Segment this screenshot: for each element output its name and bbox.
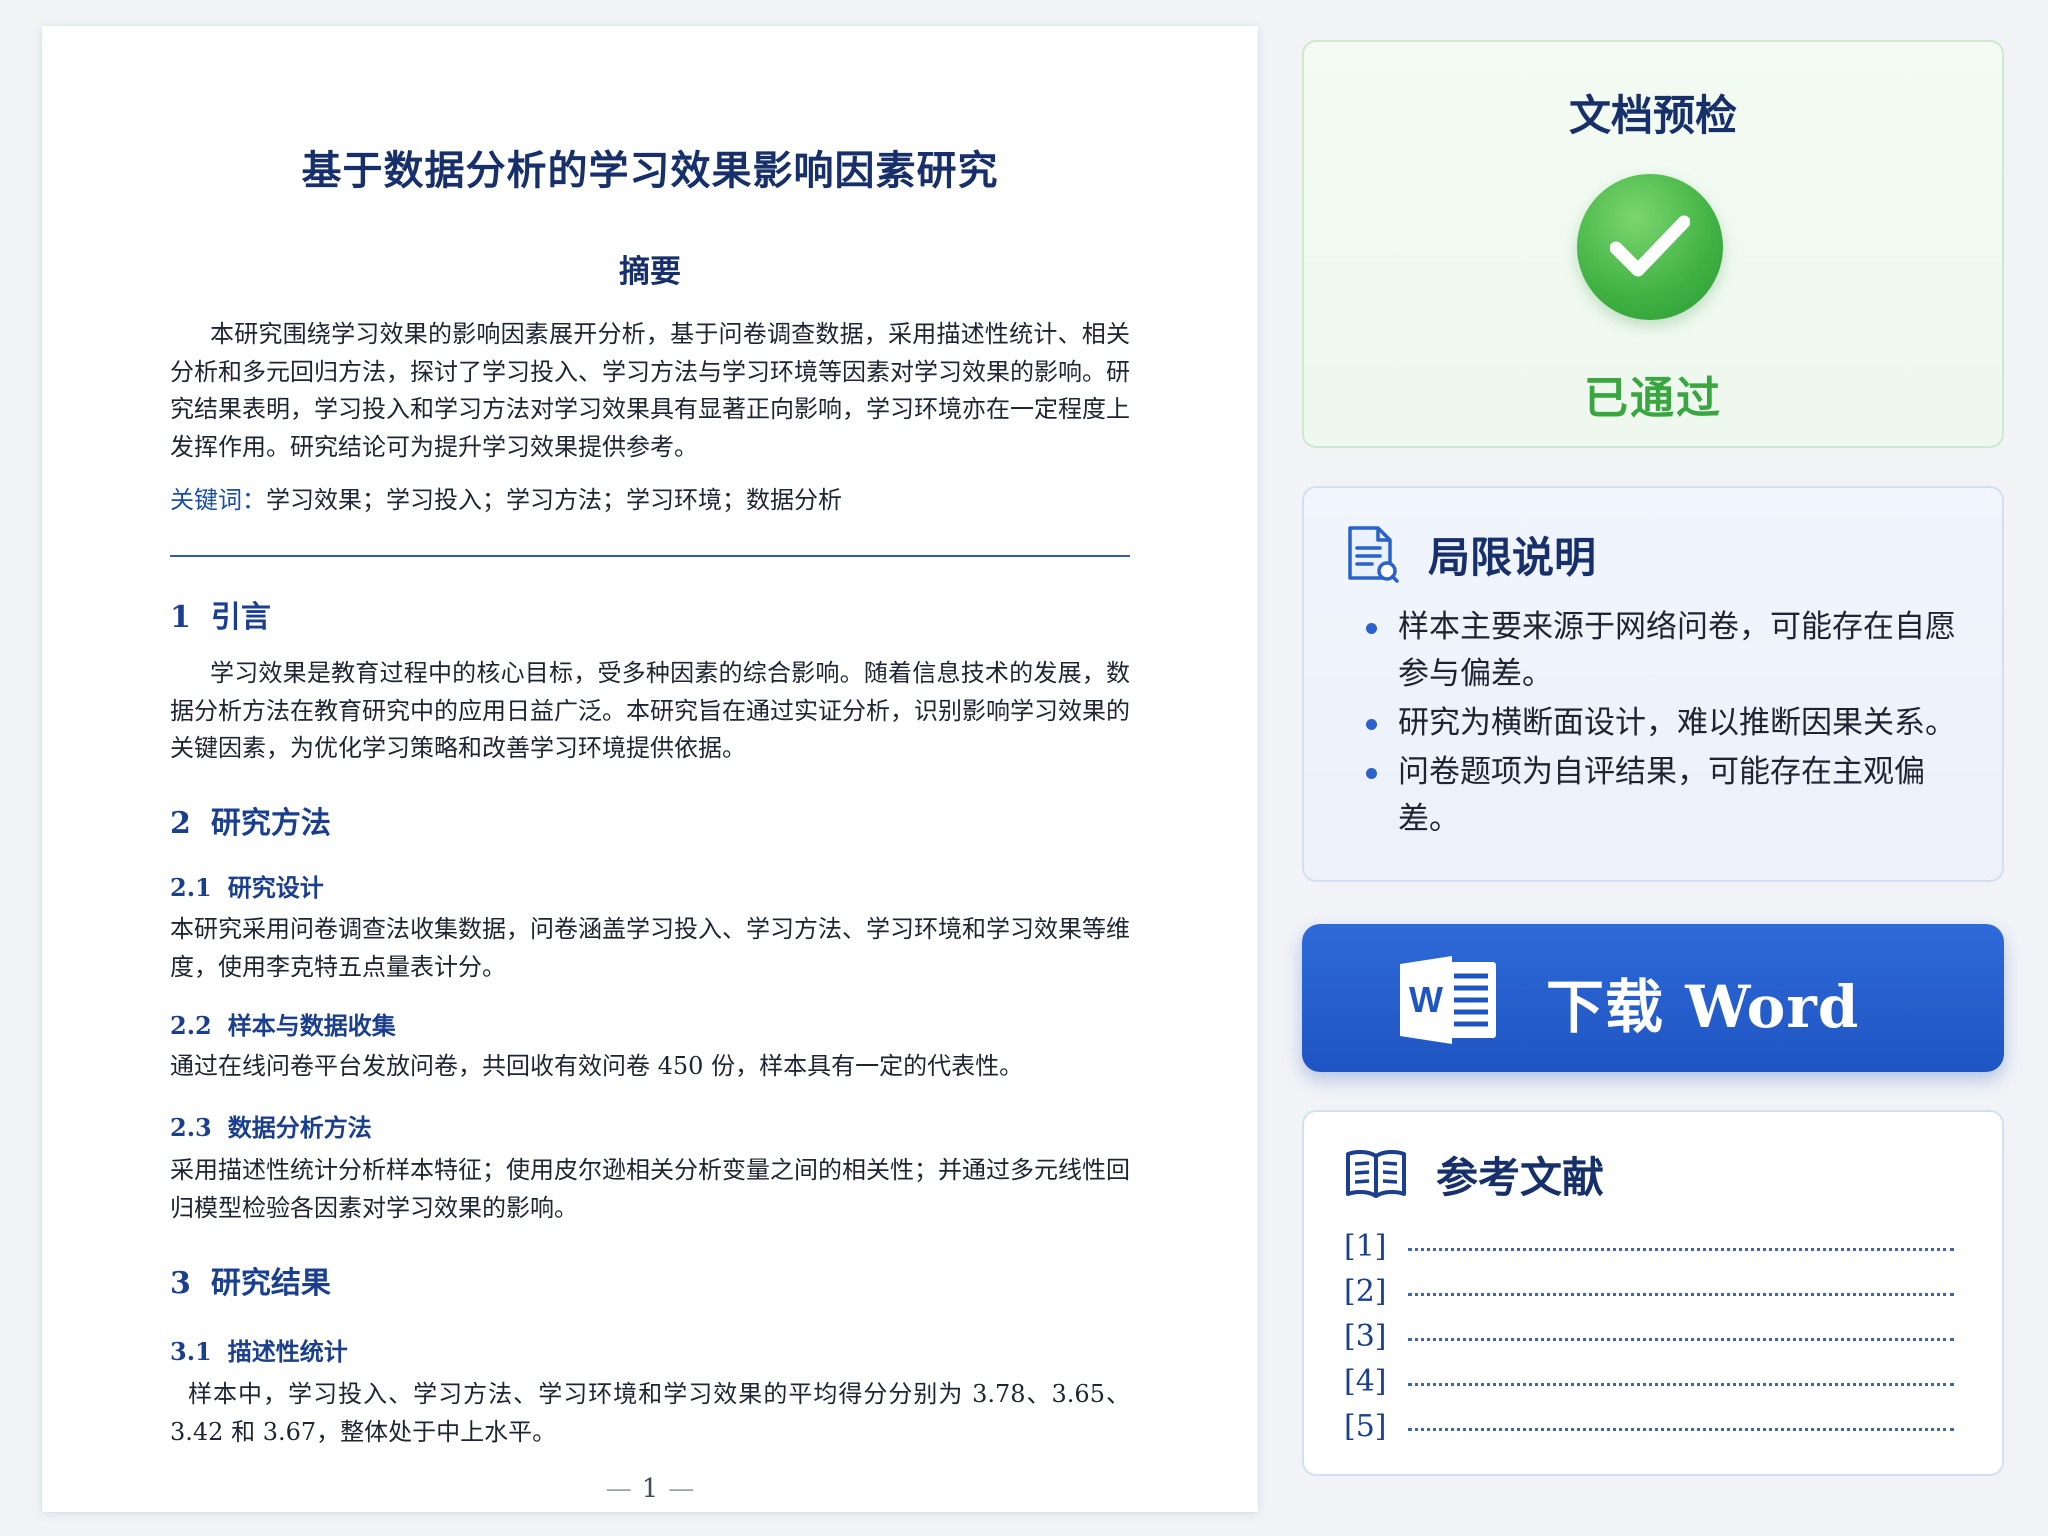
svg-text:W: W (1409, 979, 1443, 1020)
section-1-text: 学习效果是教育过程中的核心目标，受多种因素的综合影响。随着信息技术的发展，数据分… (170, 659, 1130, 762)
reference-number: [4] (1344, 1364, 1387, 1399)
reference-number: [5] (1344, 1409, 1387, 1444)
subsection-heading-3-1: 3.1 描述性统计 (170, 1337, 348, 1366)
check-circle-icon (1577, 174, 1723, 320)
reference-number: [1] (1344, 1229, 1387, 1264)
references-header: 参考文献 (1344, 1142, 1604, 1206)
keywords-label: 关键词： (170, 486, 266, 514)
subsection-2-3-text: 采用描述性统计分析样本特征；使用皮尔逊相关分析变量之间的相关性；并通过多元线性回… (170, 1156, 1130, 1222)
limitations-card: 局限说明 样本主要来源于网络问卷，可能存在自愿参与偏差。 研究为横断面设计，难以… (1302, 486, 2004, 882)
open-book-icon (1346, 1149, 1406, 1198)
keywords-text: 学习效果；学习投入；学习方法；学习环境；数据分析 (266, 486, 842, 514)
keywords-line: 关键词：学习效果；学习投入；学习方法；学习环境；数据分析 (170, 482, 1130, 520)
section-divider (170, 555, 1130, 557)
limitations-header: 局限说明 (1344, 522, 1596, 586)
references-title: 参考文献 (1436, 1152, 1605, 1202)
list-item: 问卷题项为自评结果，可能存在主观偏差。 (1360, 749, 1980, 843)
subsection-heading-2-3: 2.3 数据分析方法 (170, 1113, 372, 1142)
abstract-text: 本研究围绕学习效果的影响因素展开分析，基于问卷调查数据，采用描述性统计、相关分析… (170, 320, 1130, 461)
references-card: 参考文献 [1] [2] [3] [4] [5] (1302, 1110, 2004, 1476)
download-button-label: 下载 Word (1546, 973, 1860, 1041)
document-title: 基于数据分析的学习效果影响因素研究 (301, 147, 999, 194)
subsection-3-1-text: 样本中，学习投入、学习方法、学习环境和学习效果的平均得分分别为 3.78、3.6… (170, 1380, 1130, 1446)
subsection-heading-2-1: 2.1 研究设计 (170, 873, 324, 902)
list-item[interactable]: [4] (1344, 1359, 1954, 1404)
list-item[interactable]: [5] (1344, 1404, 1954, 1449)
references-list: [1] [2] [3] [4] [5] (1344, 1224, 1954, 1449)
section-heading-3: 3 研究结果 (170, 1266, 331, 1301)
precheck-status: 已通过 (1584, 373, 1722, 424)
section-heading-1: 1 引言 (170, 600, 271, 635)
list-item: 研究为横断面设计，难以推断因果关系。 (1360, 700, 1980, 747)
list-item[interactable]: [2] (1344, 1269, 1954, 1314)
list-item[interactable]: [3] (1344, 1314, 1954, 1359)
document-page: 基于数据分析的学习效果影响因素研究 摘要 本研究围绕学习效果的影响因素展开分析，… (42, 26, 1258, 1512)
reference-number: [3] (1344, 1319, 1387, 1354)
word-icon: W (1400, 956, 1496, 1044)
precheck-title: 文档预检 (1568, 91, 1737, 140)
subsection-2-1-text: 本研究采用问卷调查法收集数据，问卷涵盖学习投入、学习方法、学习环境和学习效果等维… (170, 915, 1130, 981)
subsection-heading-2-2: 2.2 样本与数据收集 (170, 1011, 396, 1040)
limitations-list: 样本主要来源于网络问卷，可能存在自愿参与偏差。 研究为横断面设计，难以推断因果关… (1360, 604, 1980, 845)
subsection-2-2-text: 通过在线问卷平台发放问卷，共回收有效问卷 450 份，样本具有一定的代表性。 (170, 1052, 1024, 1080)
abstract-heading: 摘要 (619, 254, 681, 290)
document-note-icon (1348, 526, 1399, 583)
list-item[interactable]: [1] (1344, 1224, 1954, 1269)
section-heading-2: 2 研究方法 (170, 806, 331, 841)
list-item: 样本主要来源于网络问卷，可能存在自愿参与偏差。 (1360, 604, 1980, 698)
download-word-button[interactable]: W 下载 Word (1302, 924, 2004, 1072)
precheck-card: 文档预检 已通过 (1302, 40, 2004, 448)
reference-number: [2] (1344, 1274, 1387, 1309)
limitations-title: 局限说明 (1428, 532, 1597, 582)
page-number: —1— (605, 1474, 695, 1504)
